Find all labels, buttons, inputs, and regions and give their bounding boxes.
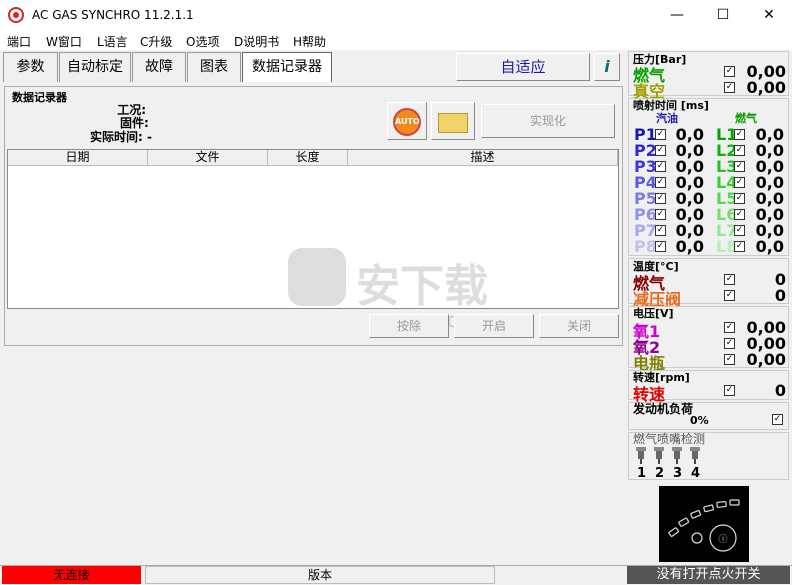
ignition-gauge: ⓘ xyxy=(659,486,749,562)
nozzle-4-icon[interactable] xyxy=(688,446,702,468)
nozzle-3-icon[interactable] xyxy=(670,446,684,468)
gas-injector-7-checkbox[interactable]: ✓ xyxy=(734,225,745,236)
minimize-button[interactable]: — xyxy=(654,0,700,30)
nozzle-4-label: 4 xyxy=(691,466,701,481)
gas-injector-5-checkbox[interactable]: ✓ xyxy=(734,193,745,204)
delete-button[interactable]: 按除 xyxy=(369,314,449,338)
petrol-injector-2-checkbox[interactable]: ✓ xyxy=(655,145,666,156)
nozzle-1-icon[interactable] xyxy=(634,446,648,468)
petrol-injector-4-checkbox[interactable]: ✓ xyxy=(655,177,666,188)
tab-auto-calibration[interactable]: 自动标定 xyxy=(59,52,131,82)
petrol-injector-7-checkbox[interactable]: ✓ xyxy=(655,225,666,236)
adaptive-button[interactable]: 自适应 xyxy=(456,53,590,81)
column-description[interactable]: 描述 xyxy=(348,150,618,166)
folder-icon xyxy=(438,113,468,133)
tab-data-recorder[interactable]: 数据记录器 xyxy=(242,52,332,82)
menu-upgrade[interactable]: C升级 xyxy=(140,33,172,50)
app-logo-icon xyxy=(8,7,24,23)
nozzle-test-title: 燃气喷嘴检测 xyxy=(633,432,706,446)
rpm-value: 0 xyxy=(774,381,786,400)
nozzle-2-icon[interactable] xyxy=(652,446,666,468)
tab-parameters[interactable]: 参数 xyxy=(3,52,58,82)
svg-text:ⓘ: ⓘ xyxy=(718,534,727,545)
petrol-injector-5-checkbox[interactable]: ✓ xyxy=(655,193,666,204)
menu-window[interactable]: W窗口 xyxy=(46,33,82,50)
column-length[interactable]: 长度 xyxy=(268,150,348,166)
rpm-checkbox[interactable]: ✓ xyxy=(724,385,735,396)
pressure-vacuum-value: 0,00 xyxy=(746,78,786,97)
battery-value: 0,00 xyxy=(746,350,786,369)
gas-injector-3-checkbox[interactable]: ✓ xyxy=(734,161,745,172)
menu-manual[interactable]: D说明书 xyxy=(234,33,279,50)
petrol-injector-1-checkbox[interactable]: ✓ xyxy=(655,129,666,140)
watermark-text: 安下载 xyxy=(356,261,488,312)
petrol-injector-8-value: 0,0 xyxy=(675,237,704,256)
menu-port[interactable]: 端口 xyxy=(7,33,31,50)
pressure-vacuum-checkbox[interactable]: ✓ xyxy=(724,82,735,93)
folder-button[interactable] xyxy=(431,102,475,140)
engine-load-value: 0% xyxy=(690,414,709,427)
watermark-logo xyxy=(288,248,346,306)
menu-language[interactable]: L语言 xyxy=(97,33,128,50)
info-icon[interactable]: i xyxy=(594,53,620,81)
temperature-reducer-value: 0 xyxy=(774,286,786,305)
petrol-injector-8-label: P8 xyxy=(634,237,657,256)
tab-charts[interactable]: 图表 xyxy=(187,52,241,82)
nozzle-2-label: 2 xyxy=(655,466,665,481)
pressure-gas-checkbox[interactable]: ✓ xyxy=(724,66,735,77)
actual-time-label: 实际时间: - xyxy=(90,130,152,144)
version-status: 版本 xyxy=(145,566,495,584)
gas-injector-6-checkbox[interactable]: ✓ xyxy=(734,209,745,220)
start-button[interactable]: 开启 xyxy=(454,314,534,338)
petrol-injector-6-checkbox[interactable]: ✓ xyxy=(655,209,666,220)
petrol-header: 汽油 xyxy=(656,112,678,125)
menu-help[interactable]: H帮助 xyxy=(293,33,326,50)
temperature-gas-checkbox[interactable]: ✓ xyxy=(724,274,735,285)
auto-icon: AUTO xyxy=(393,108,421,136)
realize-button[interactable]: 实现化 xyxy=(481,104,615,138)
gas-injector-1-checkbox[interactable]: ✓ xyxy=(734,129,745,140)
oxygen2-checkbox[interactable]: ✓ xyxy=(724,338,735,349)
gas-injector-4-checkbox[interactable]: ✓ xyxy=(734,177,745,188)
petrol-injector-8-checkbox[interactable]: ✓ xyxy=(655,241,666,252)
gas-injector-2-checkbox[interactable]: ✓ xyxy=(734,145,745,156)
auto-button[interactable]: AUTO xyxy=(387,102,427,140)
battery-checkbox[interactable]: ✓ xyxy=(724,354,735,365)
column-file[interactable]: 文件 xyxy=(148,150,268,166)
petrol-injector-3-checkbox[interactable]: ✓ xyxy=(655,161,666,172)
nozzle-3-label: 3 xyxy=(673,466,683,481)
ignition-status: 没有打开点火开关 xyxy=(627,566,790,584)
nozzle-1-label: 1 xyxy=(637,466,647,481)
stop-button[interactable]: 关闭 xyxy=(539,314,619,338)
engine-load-checkbox[interactable]: ✓ xyxy=(772,414,783,425)
gas-injector-8-value: 0,0 xyxy=(755,237,784,256)
gas-injector-8-checkbox[interactable]: ✓ xyxy=(734,241,745,252)
oxygen1-checkbox[interactable]: ✓ xyxy=(724,322,735,333)
maximize-button[interactable]: ☐ xyxy=(700,0,746,30)
connection-status: 无连接 xyxy=(2,566,141,584)
tab-faults[interactable]: 故障 xyxy=(132,52,186,82)
column-date[interactable]: 日期 xyxy=(8,150,148,166)
engine-load-title: 发动机负荷 xyxy=(633,402,694,416)
menu-options[interactable]: O选项 xyxy=(186,33,219,50)
close-button[interactable]: ✕ xyxy=(746,0,792,30)
gas-header: 燃气 xyxy=(735,112,757,125)
temperature-reducer-checkbox[interactable]: ✓ xyxy=(724,290,735,301)
ignition-indicator-icon: ⓘ xyxy=(668,499,740,552)
window-title: AC GAS SYNCHRO 11.2.1.1 xyxy=(32,8,194,22)
